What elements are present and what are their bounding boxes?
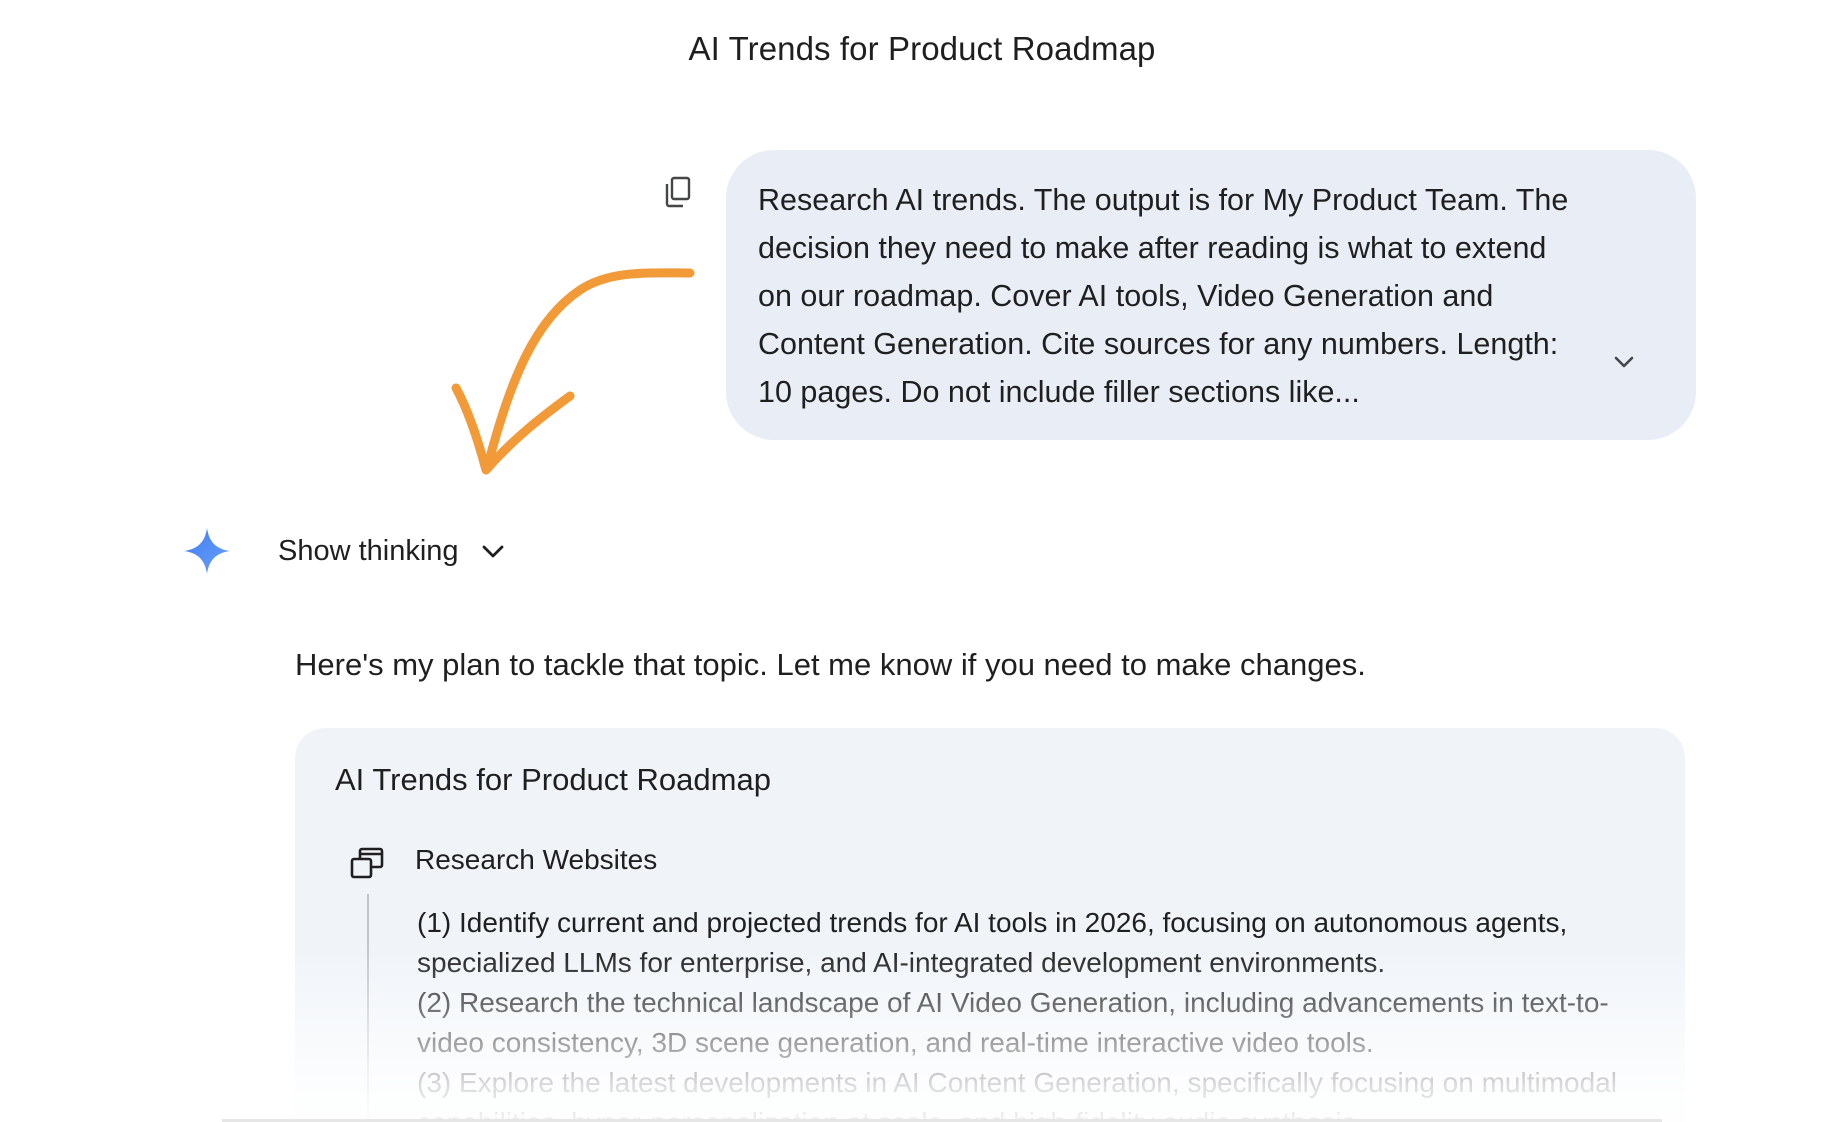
expand-message-button[interactable]: [1604, 342, 1644, 382]
plan-title: AI Trends for Product Roadmap: [335, 762, 771, 797]
list-item: (1) Identify current and projected trend…: [417, 907, 1568, 978]
chevron-down-icon: [482, 545, 503, 558]
conversation-title: AI Trends for Product Roadmap: [688, 30, 1156, 67]
copy-icon: [665, 176, 691, 208]
gemini-spark-icon: [184, 528, 230, 574]
chevron-down-icon: [1614, 356, 1634, 368]
copy-prompt-button[interactable]: [656, 170, 700, 214]
research-websites-icon: [350, 847, 384, 879]
response-intro-text: Here's my plan to tackle that topic. Let…: [295, 647, 1366, 682]
user-message-text: Research AI trends. The output is for My…: [758, 183, 1569, 409]
step-connector-line: [367, 894, 369, 1122]
list-item: (3) Explore the latest developments in A…: [417, 1067, 1617, 1122]
plan-step-list: (1) Identify current and projected trend…: [417, 903, 1657, 1122]
user-message-bubble: Research AI trends. The output is for My…: [726, 150, 1696, 440]
list-item: (2) Research the technical landscape of …: [417, 987, 1609, 1058]
research-plan-card: AI Trends for Product Roadmap Research W…: [295, 728, 1685, 1122]
orange-arrow-annotation: [451, 268, 695, 475]
show-thinking-label: Show thinking: [278, 534, 459, 567]
chat-page: AI Trends for Product Roadmap Research A…: [0, 0, 1844, 1122]
show-thinking-toggle[interactable]: Show thinking: [278, 528, 505, 574]
step-label-research-websites: Research Websites: [415, 844, 658, 875]
